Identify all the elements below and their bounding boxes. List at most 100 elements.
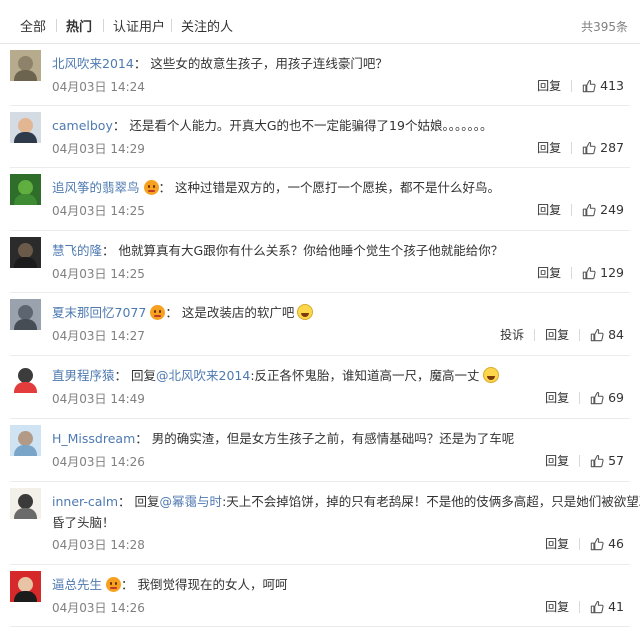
comment-content: 追风筝的翡翠鸟 ： 这种过错是双方的，一个愿打一个愿挨，都不是什么好鸟。	[52, 177, 500, 196]
like-count: 249	[600, 202, 624, 217]
comment-timestamp: 04月03日 14:49	[52, 392, 145, 406]
comment-text: 反正各怀鬼胎，谁知道高一尺，魔高一丈	[254, 368, 480, 383]
comment-content: H_Missdream： 男的确实渣，但是女方生孩子之前，有感情基础吗？还是为了…	[52, 428, 514, 447]
report-button[interactable]: 投诉	[500, 326, 524, 343]
like-button[interactable]: 413	[582, 78, 624, 93]
thumbs-up-icon	[590, 600, 604, 613]
comment-timestamp: 04月03日 14:27	[52, 329, 145, 343]
avatar-body	[14, 70, 37, 81]
comment-item: H_Missdream： 男的确实渣，但是女方生孩子之前，有感情基础吗？还是为了…	[0, 419, 640, 482]
comment-text-continued: 昏了头脑！	[52, 515, 115, 530]
action-divider	[579, 600, 581, 613]
comment-timestamp: 04月03日 14:25	[52, 267, 145, 281]
laughing-emoji-icon	[482, 367, 499, 383]
avatar-body	[14, 132, 37, 143]
reply-button[interactable]: 回复	[545, 326, 569, 343]
comment-actions: 回复 287	[537, 139, 624, 156]
green-leaf-avatar[interactable]	[10, 174, 41, 205]
vip-badge-icon	[106, 577, 122, 592]
comment-content: inner-calm： 回复@幂霭与时:天上不会掉馅饼，掉的只有老鸹屎！不是他的…	[52, 491, 640, 510]
reply-button[interactable]: 回复	[545, 389, 569, 406]
tab-hot[interactable]: 热门	[66, 16, 92, 35]
thumbs-up-icon	[582, 203, 596, 216]
avatar-body	[14, 319, 37, 330]
action-divider	[571, 79, 573, 92]
tab-verified-users[interactable]: 认证用户	[113, 16, 165, 35]
reply-button[interactable]: 回复	[537, 264, 561, 281]
name-separator: ：	[118, 494, 131, 509]
reply-button[interactable]: 回复	[545, 452, 569, 469]
like-button[interactable]: 129	[582, 265, 624, 280]
thumbs-up-icon	[590, 454, 604, 467]
husky-dog-avatar[interactable]	[10, 362, 41, 393]
action-divider	[579, 391, 581, 404]
comment-text: 这些女的故意生孩子，用孩子连线豪门吧？	[150, 56, 388, 71]
avatar-body	[14, 591, 37, 602]
comment-text: 天上不会掉馅饼，掉的只有老鸹屎！不是他的伎俩多高超，只是她们被欲望冲	[226, 494, 640, 509]
comment-item: 直男程序猿： 回复@北风吹来2014:反正各怀鬼胎，谁知道高一尺，魔高一丈 04月…	[0, 356, 640, 419]
tab-all[interactable]: 全部	[20, 16, 46, 35]
reply-button[interactable]: 回复	[537, 77, 561, 94]
like-button[interactable]: 46	[590, 536, 624, 551]
comment-actions: 回复 129	[537, 264, 624, 281]
man-red-background-avatar[interactable]	[10, 571, 41, 602]
action-divider	[579, 537, 581, 550]
like-count: 41	[608, 599, 624, 614]
username-link[interactable]: 慧飞的隆	[52, 243, 102, 258]
username-link[interactable]: H_Missdream	[52, 431, 135, 446]
avatar-body	[14, 445, 37, 456]
action-divider	[534, 328, 536, 341]
like-button[interactable]: 249	[582, 202, 624, 217]
avatar-face	[18, 368, 33, 383]
name-separator: ：	[102, 243, 115, 258]
comment-actions: 回复 249	[537, 201, 624, 218]
mention-link[interactable]: @北风吹来2014	[156, 368, 250, 383]
like-button[interactable]: 84	[590, 327, 624, 342]
street-photo-avatar[interactable]	[10, 299, 41, 330]
name-separator: ：	[133, 56, 147, 71]
name-separator: ：	[135, 431, 148, 446]
comment-actions: 回复 41	[545, 598, 624, 615]
sky-photo-avatar[interactable]	[10, 425, 41, 456]
comment-content: 直男程序猿： 回复@北风吹来2014:反正各怀鬼胎，谁知道高一尺，魔高一丈	[52, 365, 499, 384]
calligraphy-avatar[interactable]	[10, 488, 41, 519]
vip-badge-icon	[150, 305, 166, 320]
avatar-body	[14, 508, 37, 519]
action-divider	[579, 328, 581, 341]
reply-button[interactable]: 回复	[545, 598, 569, 615]
username-link[interactable]: camelboy	[52, 118, 113, 133]
reply-button[interactable]: 回复	[537, 201, 561, 218]
username-link[interactable]: inner-calm	[52, 494, 118, 509]
like-button[interactable]: 57	[590, 453, 624, 468]
avatar-face	[18, 243, 33, 258]
comment-divider	[10, 626, 630, 627]
username-link[interactable]: 直男程序猿	[52, 368, 115, 383]
reply-button[interactable]: 回复	[545, 535, 569, 552]
username-link[interactable]: 北风吹来2014	[52, 56, 134, 71]
like-count: 413	[600, 78, 624, 93]
dark-face-avatar[interactable]	[10, 237, 41, 268]
landscape-photo-avatar[interactable]	[10, 50, 41, 81]
username-link[interactable]: 夏末那回忆7077	[52, 305, 146, 320]
mention-link[interactable]: @幂霭与时	[160, 494, 223, 509]
username-link[interactable]: 追风筝的翡翠鸟	[52, 180, 140, 195]
thumbs-up-icon	[582, 79, 596, 92]
reply-button[interactable]: 回复	[537, 139, 561, 156]
username-link[interactable]: 逼总先生	[52, 577, 102, 592]
like-count: 84	[608, 327, 624, 342]
like-button[interactable]: 41	[590, 599, 624, 614]
like-button[interactable]: 69	[590, 390, 624, 405]
thumbs-up-icon	[582, 266, 596, 279]
comment-text: 男的确实渣，但是女方生孩子之前，有感情基础吗？还是为了车呢	[151, 431, 515, 446]
comment-text: 还是看个人能力。开真大G的也不一定能骗得了19个姑娘。。。。。。。	[129, 118, 493, 133]
total-comment-count: 共395条	[581, 20, 628, 34]
comment-actions: 回复 413	[537, 77, 624, 94]
laughing-emoji-icon	[297, 304, 314, 320]
comment-content: 夏末那回忆7077 ： 这是改装店的软广吧	[52, 302, 314, 321]
tab-following[interactable]: 关注的人	[181, 16, 233, 35]
man-with-glasses-avatar[interactable]	[10, 112, 41, 143]
comment-timestamp: 04月03日 14:29	[52, 142, 145, 156]
like-count: 46	[608, 536, 624, 551]
like-button[interactable]: 287	[582, 140, 624, 155]
avatar-body	[14, 382, 37, 393]
